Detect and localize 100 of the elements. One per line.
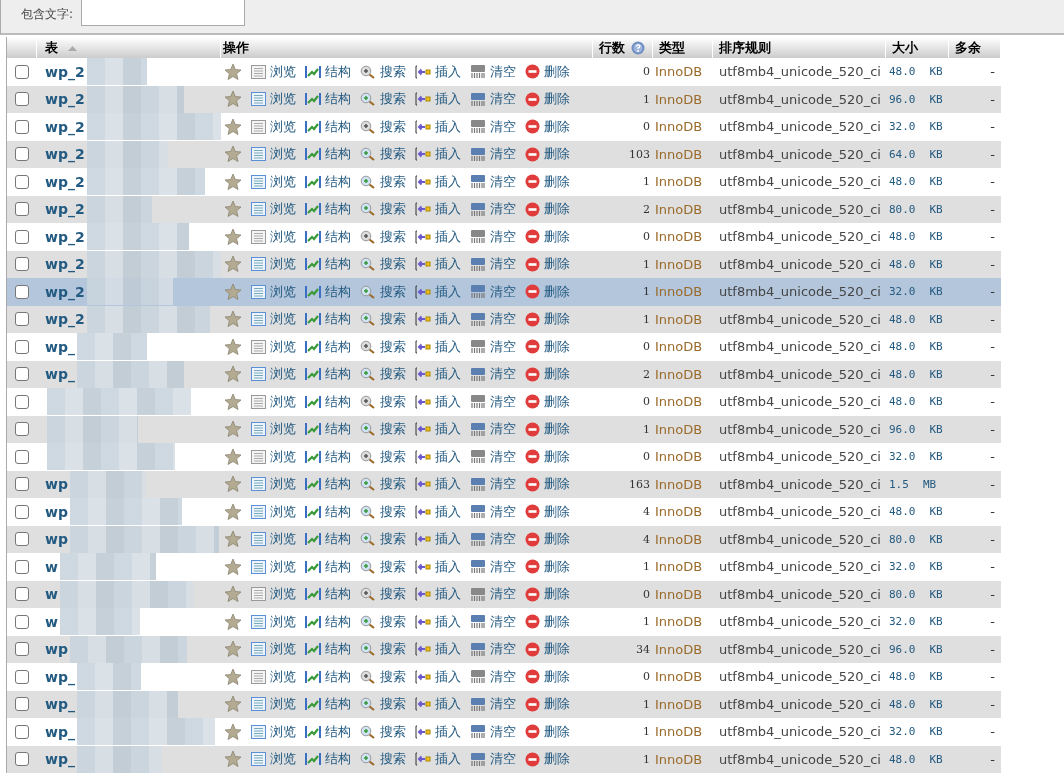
action-link[interactable]: 清空 bbox=[490, 90, 516, 109]
search-icon[interactable] bbox=[360, 504, 376, 519]
shredder-icon[interactable] bbox=[470, 64, 486, 80]
insert-icon[interactable] bbox=[415, 697, 431, 712]
column-header[interactable]: 表 bbox=[45, 38, 58, 57]
row-checkbox[interactable] bbox=[15, 449, 29, 464]
action-link[interactable]: 插入 bbox=[435, 447, 461, 466]
action-link[interactable]: 插入 bbox=[435, 667, 461, 686]
action-link[interactable]: 删除 bbox=[544, 722, 570, 741]
table-grid-icon[interactable] bbox=[251, 504, 266, 519]
table-name-link[interactable]: w bbox=[45, 613, 58, 630]
action-link[interactable]: 结构 bbox=[325, 612, 351, 631]
action-link[interactable]: 搜索 bbox=[380, 612, 406, 631]
row-checkbox[interactable] bbox=[15, 92, 29, 107]
row-checkbox[interactable] bbox=[15, 587, 29, 602]
table-grid-icon[interactable] bbox=[251, 174, 266, 189]
structure-icon[interactable] bbox=[305, 64, 321, 79]
table-grid-icon[interactable] bbox=[251, 64, 266, 79]
table-grid-icon[interactable] bbox=[251, 477, 266, 492]
action-link[interactable]: 结构 bbox=[325, 750, 351, 769]
action-link[interactable]: 搜索 bbox=[380, 475, 406, 494]
action-link[interactable]: 浏览 bbox=[270, 475, 296, 494]
table-name-link[interactable]: wp_ bbox=[45, 668, 75, 685]
action-link[interactable]: 浏览 bbox=[270, 145, 296, 164]
action-link[interactable]: 插入 bbox=[435, 502, 461, 521]
action-link[interactable]: 清空 bbox=[490, 475, 516, 494]
action-link[interactable]: 浏览 bbox=[270, 282, 296, 301]
table-row[interactable]: wp_ 浏览 结构 搜索 插入 清空 删除 1 InnoDB utf8mb4_unicode_520_ci 48.0 KB - bbox=[7, 690, 1001, 718]
row-checkbox[interactable] bbox=[15, 532, 29, 547]
insert-icon[interactable] bbox=[415, 614, 431, 629]
shredder-icon[interactable] bbox=[470, 559, 486, 575]
action-link[interactable]: 结构 bbox=[325, 557, 351, 576]
search-icon[interactable] bbox=[360, 202, 376, 217]
table-grid-icon[interactable] bbox=[251, 724, 266, 739]
insert-icon[interactable] bbox=[415, 477, 431, 492]
insert-icon[interactable] bbox=[415, 367, 431, 382]
shredder-icon[interactable] bbox=[470, 256, 486, 272]
table-grid-icon[interactable] bbox=[251, 752, 266, 767]
row-checkbox[interactable] bbox=[15, 394, 29, 409]
action-link[interactable]: 删除 bbox=[544, 420, 570, 439]
delete-icon[interactable] bbox=[525, 531, 540, 547]
table-grid-icon[interactable] bbox=[251, 92, 266, 107]
action-link[interactable]: 插入 bbox=[435, 282, 461, 301]
action-link[interactable]: 删除 bbox=[544, 750, 570, 769]
structure-icon[interactable] bbox=[305, 697, 321, 712]
table-name-link[interactable]: wp_2 bbox=[45, 228, 85, 245]
table-name-link[interactable]: wp_2 bbox=[45, 201, 85, 218]
action-link[interactable]: 搜索 bbox=[380, 667, 406, 686]
action-link[interactable]: 清空 bbox=[490, 172, 516, 191]
star-icon[interactable] bbox=[224, 612, 242, 631]
action-link[interactable]: 插入 bbox=[435, 750, 461, 769]
row-checkbox[interactable] bbox=[15, 339, 29, 354]
structure-icon[interactable] bbox=[305, 202, 321, 217]
action-link[interactable]: 插入 bbox=[435, 722, 461, 741]
table-grid-icon[interactable] bbox=[251, 642, 266, 657]
row-checkbox[interactable] bbox=[15, 202, 29, 217]
action-link[interactable]: 清空 bbox=[490, 612, 516, 631]
action-link[interactable]: 搜索 bbox=[380, 200, 406, 219]
delete-icon[interactable] bbox=[525, 91, 540, 107]
action-link[interactable]: 清空 bbox=[490, 695, 516, 714]
action-link[interactable]: 结构 bbox=[325, 365, 351, 384]
insert-icon[interactable] bbox=[415, 532, 431, 547]
action-link[interactable]: 结构 bbox=[325, 475, 351, 494]
action-link[interactable]: 清空 bbox=[490, 585, 516, 604]
action-link[interactable]: 搜索 bbox=[380, 420, 406, 439]
delete-icon[interactable] bbox=[525, 201, 540, 217]
table-row[interactable]: wp_ 浏览 结构 搜索 插入 清空 删除 2 InnoDB utf8mb4_unicode_520_ci 48.0 KB - bbox=[7, 360, 1001, 388]
search-icon[interactable] bbox=[360, 257, 376, 272]
table-grid-icon[interactable] bbox=[251, 587, 266, 602]
action-link[interactable]: 浏览 bbox=[270, 585, 296, 604]
search-icon[interactable] bbox=[360, 559, 376, 574]
insert-icon[interactable] bbox=[415, 669, 431, 684]
search-icon[interactable] bbox=[360, 532, 376, 547]
structure-icon[interactable] bbox=[305, 422, 321, 437]
action-link[interactable]: 插入 bbox=[435, 62, 461, 81]
table-row[interactable]: wp_2 浏览 结构 搜索 插入 清空 删除 1 InnoDB utf8mb4_unicode_520_ci 48.0 KB - bbox=[7, 250, 1001, 278]
table-grid-icon[interactable] bbox=[251, 367, 266, 382]
structure-icon[interactable] bbox=[305, 257, 321, 272]
action-link[interactable]: 结构 bbox=[325, 530, 351, 549]
action-link[interactable]: 删除 bbox=[544, 365, 570, 384]
action-link[interactable]: 清空 bbox=[490, 750, 516, 769]
table-name-link[interactable]: wp bbox=[45, 531, 68, 548]
table-row[interactable]: w 浏览 结构 搜索 插入 清空 删除 0 InnoDB utf8mb4_unicode_520_ci 80.0 KB - bbox=[7, 580, 1001, 608]
structure-icon[interactable] bbox=[305, 724, 321, 739]
action-link[interactable]: 浏览 bbox=[270, 255, 296, 274]
delete-icon[interactable] bbox=[525, 229, 540, 245]
shredder-icon[interactable] bbox=[470, 174, 486, 190]
table-name-link[interactable]: wp_ bbox=[45, 751, 75, 768]
action-link[interactable]: 浏览 bbox=[270, 200, 296, 219]
table-grid-icon[interactable] bbox=[251, 339, 266, 354]
action-link[interactable]: 浏览 bbox=[270, 640, 296, 659]
delete-icon[interactable] bbox=[525, 586, 540, 602]
action-link[interactable]: 插入 bbox=[435, 227, 461, 246]
table-grid-icon[interactable] bbox=[251, 394, 266, 409]
table-name-link[interactable]: wp_ bbox=[45, 723, 75, 740]
row-checkbox[interactable] bbox=[15, 229, 29, 244]
insert-icon[interactable] bbox=[415, 174, 431, 189]
action-link[interactable]: 清空 bbox=[490, 420, 516, 439]
table-name-link[interactable]: wp_ bbox=[45, 338, 75, 355]
action-link[interactable]: 搜索 bbox=[380, 557, 406, 576]
